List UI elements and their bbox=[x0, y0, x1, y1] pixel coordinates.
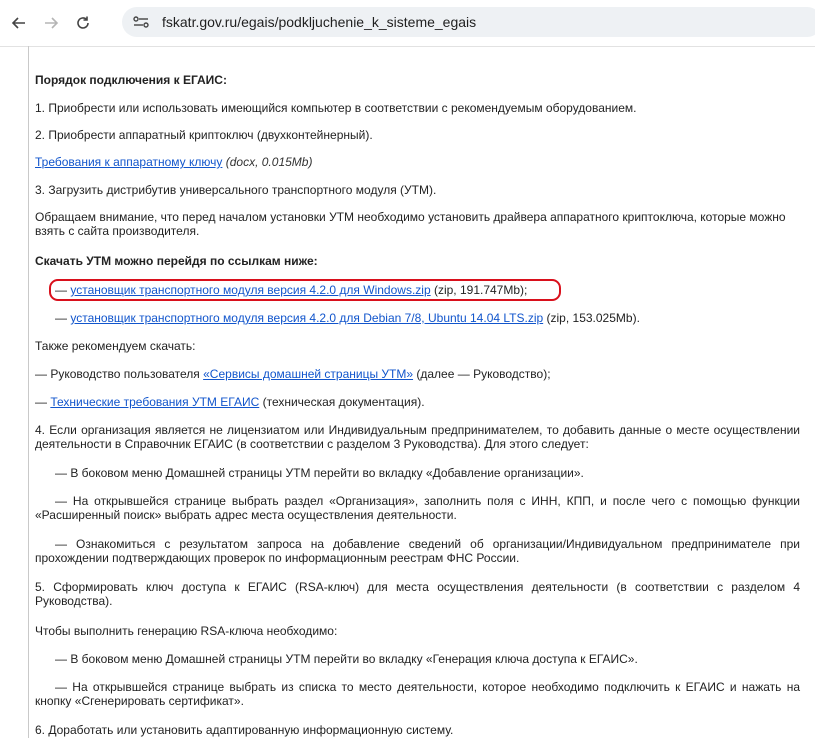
rsa-intro: Чтобы выполнить генерацию RSA-ключа необ… bbox=[35, 624, 338, 638]
key-requirements-meta: (docx, 0.015Mb) bbox=[225, 155, 313, 169]
guide-suffix: (далее — Руководство); bbox=[413, 367, 551, 381]
download-windows-link[interactable]: установщик транспортного модуля версия 4… bbox=[70, 283, 430, 297]
step-3: 3. Загрузить дистрибутив универсального … bbox=[35, 183, 437, 197]
address-bar[interactable]: fskatr.gov.ru/egais/podkljuchenie_k_sist… bbox=[122, 7, 815, 37]
page-heading: Порядок подключения к ЕГАИС: bbox=[35, 73, 227, 87]
download-linux-link[interactable]: установщик транспортного модуля версия 4… bbox=[70, 311, 543, 325]
rsa-step-a: — В боковом меню Домашней страницы УТМ п… bbox=[55, 652, 638, 666]
tech-req-suffix: (техническая документация). bbox=[259, 395, 425, 409]
forward-arrow-icon[interactable] bbox=[38, 10, 64, 36]
step-1: 1. Приобрести или использовать имеющийся… bbox=[35, 101, 637, 115]
guide-link[interactable]: «Сервисы домашней страницы УТМ» bbox=[203, 367, 413, 381]
step-5: 5. Сформировать ключ доступа к ЕГАИС (RS… bbox=[35, 580, 800, 608]
step-4-b: — На открывшейся странице выбрать раздел… bbox=[35, 494, 800, 522]
back-arrow-icon[interactable] bbox=[6, 10, 32, 36]
step-6: 6. Доработать или установить адаптирован… bbox=[35, 723, 454, 737]
download-heading: Скачать УТМ можно перейдя по ссылкам ниж… bbox=[35, 254, 318, 268]
step-4-a: — В боковом меню Домашней страницы УТМ п… bbox=[55, 466, 584, 480]
rsa-step-b: — На открывшейся странице выбрать из спи… bbox=[35, 680, 800, 708]
key-requirements-link[interactable]: Требования к аппаратному ключу bbox=[35, 155, 222, 169]
download-windows-meta: (zip, 191.747Mb); bbox=[433, 283, 528, 297]
reload-icon[interactable] bbox=[70, 10, 96, 36]
dash: — bbox=[35, 395, 51, 409]
url-text[interactable]: fskatr.gov.ru/egais/podkljuchenie_k_sist… bbox=[162, 14, 476, 30]
page-content: Порядок подключения к ЕГАИС: 1. Приобрес… bbox=[28, 46, 815, 738]
guide-prefix: — Руководство пользователя bbox=[35, 367, 204, 381]
guide-line: — Руководство пользователя «Сервисы дома… bbox=[35, 367, 805, 381]
tech-req-line: — Технические требования УТМ ЕГАИС (техн… bbox=[35, 395, 805, 409]
key-requirements-line: Требования к аппаратному ключу (docx, 0.… bbox=[35, 155, 805, 169]
dash: — bbox=[55, 283, 71, 297]
step-2: 2. Приобрести аппаратный криптоключ (дву… bbox=[35, 128, 373, 142]
browser-toolbar: fskatr.gov.ru/egais/podkljuchenie_k_sist… bbox=[0, 0, 815, 47]
step-4-c: — Ознакомиться с результатом запроса на … bbox=[35, 537, 800, 565]
download-linux-meta: (zip, 153.025Mb). bbox=[546, 311, 640, 325]
step-4: 4. Если организация является не лицензиа… bbox=[35, 423, 800, 451]
download-linux-line: — установщик транспортного модуля версия… bbox=[35, 311, 815, 325]
site-info-icon[interactable] bbox=[128, 11, 154, 33]
also-recommend: Также рекомендуем скачать: bbox=[35, 339, 196, 353]
download-windows-line: — установщик транспортного модуля версия… bbox=[35, 283, 815, 297]
notice-text: Обращаем внимание, что перед началом уст… bbox=[35, 210, 786, 238]
tech-requirements-link[interactable]: Технические требования УТМ ЕГАИС bbox=[50, 395, 259, 409]
dash: — bbox=[55, 311, 71, 325]
